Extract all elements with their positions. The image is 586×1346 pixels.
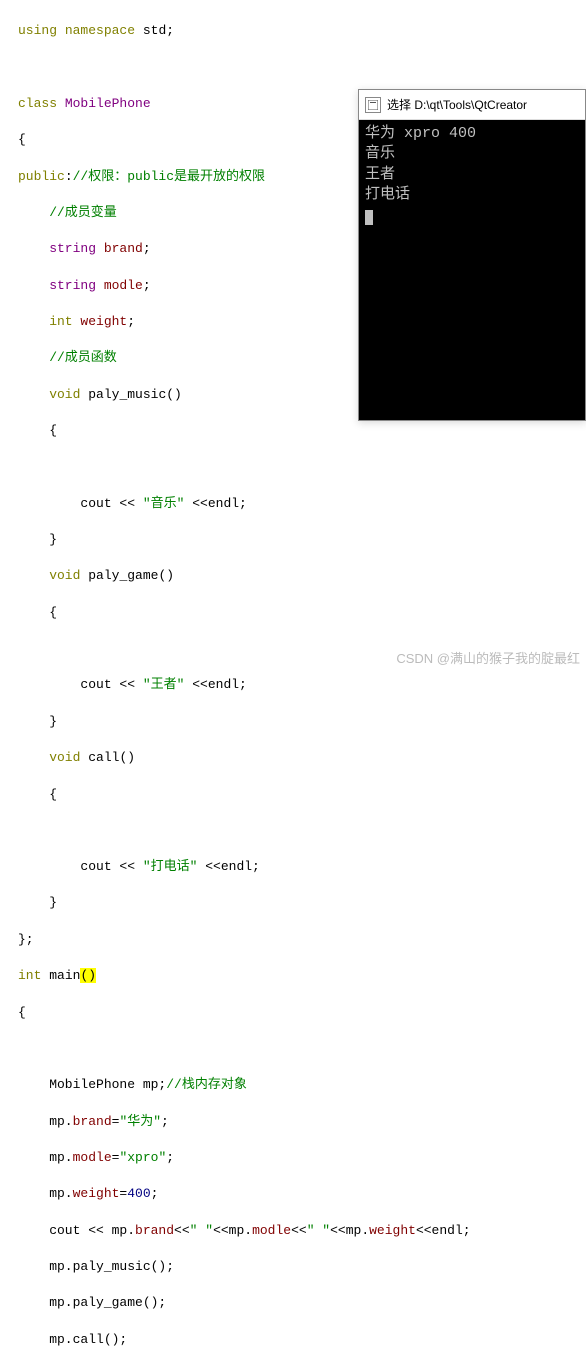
console-cursor (365, 210, 373, 225)
console-titlebar[interactable]: 选择 D:\qt\Tools\QtCreator (359, 90, 585, 120)
console-output: 华为 xpro 400 音乐 王者 打电话 (359, 120, 585, 420)
console-title-text: 选择 D:\qt\Tools\QtCreator (387, 96, 527, 113)
console-app-icon (365, 97, 381, 113)
console-window[interactable]: 选择 D:\qt\Tools\QtCreator 华为 xpro 400 音乐 … (358, 89, 586, 421)
